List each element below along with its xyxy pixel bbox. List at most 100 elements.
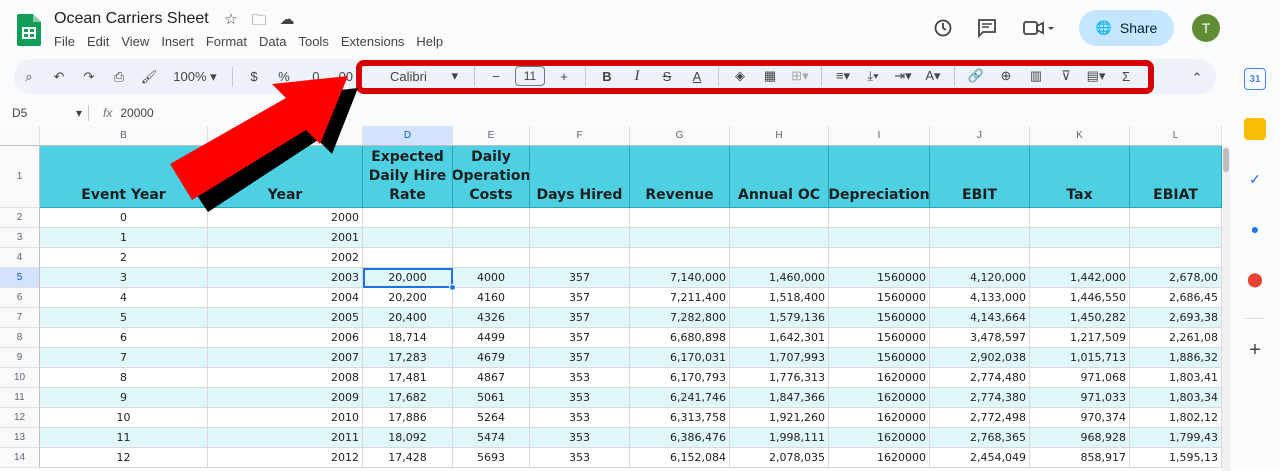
table-cell[interactable]: 4679	[453, 348, 530, 368]
table-cell[interactable]: 5	[40, 308, 208, 328]
avatar[interactable]: T	[1192, 14, 1220, 42]
table-cell[interactable]: 1,847,366	[730, 388, 829, 408]
table-cell[interactable]: 2005	[208, 308, 363, 328]
column-header-e[interactable]: E	[453, 126, 530, 146]
table-cell[interactable]	[630, 208, 730, 228]
table-cell[interactable]: 4000	[453, 268, 530, 288]
table-cell[interactable]	[630, 248, 730, 268]
column-header-c[interactable]: C	[208, 126, 363, 146]
column-header-k[interactable]: K	[1030, 126, 1130, 146]
row-header-4[interactable]: 4	[0, 248, 40, 268]
table-cell[interactable]: 18,092	[363, 428, 453, 448]
table-cell[interactable]	[930, 208, 1030, 228]
menu-data[interactable]: Data	[259, 34, 286, 49]
column-title-cell[interactable]: EBIT	[930, 146, 1030, 208]
row-header-12[interactable]: 12	[0, 408, 40, 428]
table-cell[interactable]: 1,642,301	[730, 328, 829, 348]
table-cell[interactable]: 357	[530, 268, 630, 288]
table-cell[interactable]: 4,143,664	[930, 308, 1030, 328]
table-cell[interactable]	[363, 228, 453, 248]
table-cell[interactable]	[829, 208, 930, 228]
table-cell[interactable]: 2,454,049	[930, 448, 1030, 468]
table-cell[interactable]	[530, 248, 630, 268]
menu-tools[interactable]: Tools	[298, 34, 328, 49]
filter-views-icon[interactable]: ▤▾	[1085, 64, 1107, 88]
column-header-d[interactable]: D	[363, 126, 453, 146]
document-title[interactable]: Ocean Carriers Sheet	[54, 10, 209, 28]
table-cell[interactable]: 2002	[208, 248, 363, 268]
text-wrapping-icon[interactable]: ⇥▾	[892, 64, 914, 88]
table-cell[interactable]: 357	[530, 308, 630, 328]
table-cell[interactable]: 1,460,000	[730, 268, 829, 288]
insert-comment-icon[interactable]: ⊕	[995, 64, 1017, 88]
table-cell[interactable]: 17,428	[363, 448, 453, 468]
table-cell[interactable]: 970,374	[1030, 408, 1130, 428]
font-family-select[interactable]: Calibri ▾	[384, 64, 464, 88]
name-box[interactable]: D5 ▾	[0, 106, 88, 120]
table-cell[interactable]: 1,886,32	[1130, 348, 1222, 368]
table-cell[interactable]: 1560000	[829, 328, 930, 348]
table-cell[interactable]	[730, 228, 829, 248]
table-cell[interactable]: 353	[530, 368, 630, 388]
collapse-toolbar-icon[interactable]: ⌃	[1186, 66, 1208, 90]
table-cell[interactable]: 17,481	[363, 368, 453, 388]
table-cell[interactable]: 3,478,597	[930, 328, 1030, 348]
table-cell[interactable]: 2	[40, 248, 208, 268]
column-title-cell[interactable]: Event Year	[40, 146, 208, 208]
table-cell[interactable]: 1,579,136	[730, 308, 829, 328]
table-cell[interactable]	[530, 208, 630, 228]
share-button[interactable]: 🌐 Share	[1079, 10, 1174, 46]
spreadsheet-grid[interactable]: B C D E F G H I J K L 1 Event Year Year Expected Daily…	[0, 126, 1222, 471]
row-header-11[interactable]: 11	[0, 388, 40, 408]
table-cell[interactable]: 2,774,380	[930, 388, 1030, 408]
table-cell[interactable]: 1,595,13	[1130, 448, 1222, 468]
column-header-j[interactable]: J	[930, 126, 1030, 146]
table-cell[interactable]: 357	[530, 348, 630, 368]
column-header-b[interactable]: B	[40, 126, 208, 146]
table-cell[interactable]: 353	[530, 428, 630, 448]
table-cell[interactable]	[829, 228, 930, 248]
table-cell[interactable]: 6,680,898	[630, 328, 730, 348]
table-cell[interactable]: 2,902,038	[930, 348, 1030, 368]
table-cell[interactable]: 6,170,793	[630, 368, 730, 388]
column-title-cell[interactable]: Year	[208, 146, 363, 208]
tasks-icon[interactable]: ✓	[1244, 168, 1266, 190]
column-title-cell[interactable]: EBIAT	[1130, 146, 1222, 208]
table-cell[interactable]: 1,015,713	[1030, 348, 1130, 368]
comment-icon[interactable]	[975, 16, 999, 40]
table-cell[interactable]: 2000	[208, 208, 363, 228]
column-title-cell[interactable]: Annual OC	[730, 146, 829, 208]
fill-color-icon[interactable]: ◈	[729, 64, 751, 88]
table-cell[interactable]: 971,033	[1030, 388, 1130, 408]
redo-icon[interactable]: ↷	[78, 65, 100, 89]
table-cell[interactable]: 2,678,00	[1130, 268, 1222, 288]
table-cell[interactable]: 4160	[453, 288, 530, 308]
table-cell[interactable]: 2011	[208, 428, 363, 448]
search-menus-icon[interactable]: ⌕	[18, 65, 40, 89]
table-cell[interactable]: 17,283	[363, 348, 453, 368]
row-header-10[interactable]: 10	[0, 368, 40, 388]
table-cell[interactable]: 2,772,498	[930, 408, 1030, 428]
table-cell[interactable]: 1620000	[829, 408, 930, 428]
row-header-14[interactable]: 14	[0, 448, 40, 468]
table-cell[interactable]: 17,886	[363, 408, 453, 428]
table-cell[interactable]: 2010	[208, 408, 363, 428]
meet-video-icon[interactable]	[1019, 16, 1059, 40]
history-icon[interactable]	[931, 16, 955, 40]
table-cell[interactable]	[530, 228, 630, 248]
column-header-g[interactable]: G	[630, 126, 730, 146]
table-cell[interactable]: 971,068	[1030, 368, 1130, 388]
table-cell[interactable]: 7,211,400	[630, 288, 730, 308]
table-cell[interactable]: 12	[40, 448, 208, 468]
table-cell[interactable]	[930, 228, 1030, 248]
table-cell[interactable]: 7,282,800	[630, 308, 730, 328]
currency-format-button[interactable]: $	[243, 65, 265, 89]
table-cell[interactable]	[1030, 228, 1130, 248]
menu-file[interactable]: File	[54, 34, 75, 49]
add-ons-icon[interactable]: +	[1244, 339, 1266, 361]
table-cell[interactable]: 1,799,43	[1130, 428, 1222, 448]
insert-chart-icon[interactable]: ▥	[1025, 64, 1047, 88]
table-cell[interactable]: 1,446,550	[1030, 288, 1130, 308]
table-cell[interactable]: 858,917	[1030, 448, 1130, 468]
table-cell[interactable]: 2,693,38	[1130, 308, 1222, 328]
